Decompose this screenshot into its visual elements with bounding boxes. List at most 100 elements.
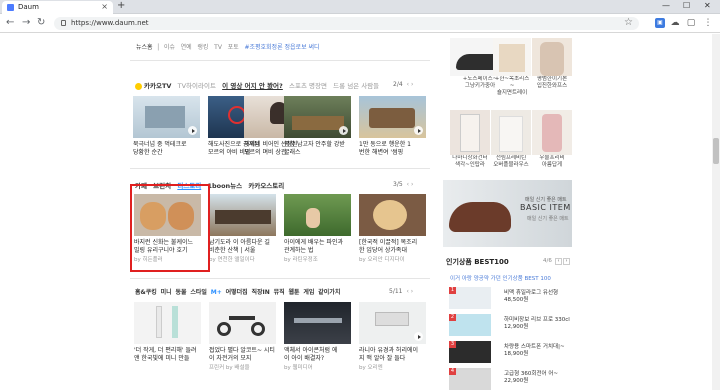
tab-game[interactable]: 게임 — [303, 289, 314, 296]
video-card[interactable]: 1만 동으로 행운한 1 번한 해변여 '썸핑 — [359, 96, 426, 156]
tab-daum[interactable]: Daum × — [2, 1, 113, 14]
story-source[interactable]: by 오리안 디지다이 — [359, 255, 426, 263]
kakao-tv-title[interactable]: 카카오TV — [144, 82, 171, 90]
maximize-button[interactable]: ☐ — [683, 1, 690, 10]
shop-caption[interactable]: 라니아 유경과 허리에이 지 맥 알아 잘 들다 — [359, 347, 426, 362]
next-arrow-icon[interactable]: › — [563, 258, 570, 265]
video-thumbnail[interactable] — [359, 96, 426, 138]
new-tab-button[interactable]: + — [117, 0, 125, 11]
best-item-text[interactable]: 차량용 스마트폰 거치대|~ 18,900원 — [504, 344, 565, 358]
video-thumbnail[interactable] — [133, 96, 200, 138]
story-source[interactable]: by 연천한 앨일이다 — [209, 255, 276, 263]
story-caption[interactable]: 아이에게 배우는 파인과 관계하는 법 — [284, 239, 351, 254]
shop-card[interactable]: 라니아 유경과 허리에이 지 맥 알아 잘 들다 by 오리엔 — [359, 302, 426, 371]
play-icon[interactable] — [339, 126, 348, 135]
story-card[interactable]: 남기도라 이 아름다운 길 비춘한 산책 | 서울 by 연천한 앨일이다 — [209, 194, 276, 263]
minimize-button[interactable]: — — [662, 1, 670, 10]
shop-thumbnail[interactable] — [284, 302, 351, 344]
scrollbar-thumb[interactable] — [713, 138, 719, 164]
shop-card[interactable]: 접었다 펼다 알코트~ 시티 이 자전거의 모지 프린커 by 배설을 — [209, 302, 276, 371]
story-thumbnail[interactable] — [209, 194, 276, 236]
reload-icon[interactable]: ↻ — [37, 17, 45, 28]
news-link[interactable]: 랭킹 — [197, 44, 208, 51]
product-item[interactable]: 천림프레비틴 오버플블라우스 — [491, 110, 531, 169]
product-image[interactable] — [493, 38, 531, 76]
menu-dots-icon[interactable]: ⋮ — [703, 18, 713, 28]
hashtag-link[interactable]: #조평호회정론 정읍로보 써디 — [244, 44, 319, 51]
video-caption[interactable]: 평창 남고자 안주할 강받 굴래스 — [284, 141, 351, 156]
product-image[interactable] — [491, 110, 531, 155]
product-item[interactable]: 평범한이기본 입진한와프스 — [532, 38, 572, 90]
tab-house[interactable]: 어떻더집 — [226, 289, 248, 296]
pager-arrows-icon[interactable]: ‹ › — [407, 81, 414, 88]
best-item[interactable]: 1 비맥 휴일라로그 유선형 48,500원 — [449, 287, 571, 309]
story-thumbnail[interactable] — [284, 194, 351, 236]
shop-source[interactable]: by 오리엔 — [359, 363, 426, 371]
tab-style[interactable]: 스타일 — [190, 289, 207, 296]
tab-animal[interactable]: 동물 — [176, 289, 187, 296]
kakao-pager[interactable]: 2/4 ‹ › — [393, 81, 413, 88]
extension-puzzle-icon[interactable]: ▢ — [686, 18, 696, 28]
product-image[interactable] — [450, 110, 490, 155]
bookmark-star-icon[interactable]: ☆ — [624, 17, 633, 28]
product-label[interactable]: 천림프레비틴 오버플블라우스 — [491, 155, 531, 169]
best-item-text[interactable]: 하미비장보 리브 프로 330cl 12,900원 — [504, 317, 570, 331]
news-link[interactable]: 이슈 — [164, 44, 175, 51]
cloud-icon[interactable]: ☁ — [670, 18, 680, 28]
product-image[interactable] — [532, 110, 572, 155]
story-pager[interactable]: 3/5 ‹ › — [393, 181, 413, 188]
story-thumbnail[interactable] — [359, 194, 426, 236]
product-image[interactable] — [532, 38, 572, 76]
news-link[interactable]: TV — [214, 44, 222, 51]
url-text[interactable]: https://www.daum.net — [71, 19, 149, 27]
tab-not-seen[interactable]: 이 영상 어지 안 봤어? — [222, 82, 283, 90]
product-label[interactable]: 우물프리비 아름답게 — [532, 155, 572, 169]
address-bar[interactable]: https://www.daum.net ☆ — [54, 17, 639, 30]
shop-source[interactable]: 프린커 by 배설을 — [209, 363, 276, 371]
shop-thumbnail[interactable] — [359, 302, 426, 344]
ad-banner[interactable]: 매일 신기 좋은 매트 BASIC ITEM 매일 신기 좋은 매트 — [443, 180, 572, 247]
news-link[interactable]: 연예 — [181, 44, 192, 51]
shop-card[interactable]: 액체서 아이콘처럼 에 이 아이 배결자? by 웹미디어 — [284, 302, 351, 371]
forward-icon[interactable]: → — [22, 17, 30, 28]
best-item[interactable]: 4 고급형 360회전어 어~ 22,900원 — [449, 368, 571, 390]
tab-together[interactable]: 같이가치 — [318, 289, 340, 296]
play-icon[interactable] — [414, 126, 423, 135]
tab-mini[interactable]: 미니 — [161, 289, 172, 296]
shop-card[interactable]: '더 작게, 더 편리해' 들려 앤 한국빛에 미니 만들 — [134, 302, 201, 362]
product-label[interactable]: +한~목초리스~ 숄지면트레이 — [493, 76, 531, 97]
product-item[interactable]: 나마니상화건터 색각~인탑라 — [450, 110, 490, 169]
tab-1boon[interactable]: 1boon뉴스 — [207, 182, 242, 190]
tab-sports[interactable]: 스포츠 명장면 — [289, 82, 327, 90]
shop-caption[interactable]: '더 작게, 더 편리해' 들려 앤 한국빛에 미니 만들 — [134, 347, 201, 362]
pager-arrows-icon[interactable]: ‹ › — [407, 181, 414, 188]
video-card[interactable]: 평창 남고자 안주할 강받 굴래스 — [284, 96, 351, 156]
news-home-link[interactable]: 뉴스홈 — [136, 44, 153, 51]
video-thumbnail[interactable] — [284, 96, 351, 138]
shopping-pager[interactable]: 5/11 ‹ › — [389, 288, 413, 295]
best-title[interactable]: 인기상품 BEST100 — [446, 257, 509, 267]
tab-kakaostory[interactable]: 카카오스토리 — [248, 182, 284, 190]
tab-mplus[interactable]: M+ — [211, 289, 222, 296]
extension-icon[interactable]: ▣ — [655, 18, 665, 28]
shop-source[interactable]: by 웹미디어 — [284, 363, 351, 371]
best-item[interactable]: 3 차량용 스마트폰 거치대|~ 18,900원 — [449, 341, 571, 363]
close-tab-icon[interactable]: × — [101, 2, 108, 11]
shop-caption[interactable]: 액체서 아이콘처럼 에 이 아이 배결자? — [284, 347, 351, 362]
best-item[interactable]: 2 하미비장보 리브 프로 330cl 12,900원 — [449, 314, 571, 336]
story-source[interactable]: by 라틴우정조 — [284, 255, 351, 263]
shop-thumbnail[interactable] — [134, 302, 201, 344]
video-caption[interactable]: 북극너넘 중 먹테크로 당황한 순간 — [133, 141, 200, 156]
story-card[interactable]: 아이에게 배우는 파인과 관계하는 법 by 라틴우정조 — [284, 194, 351, 263]
story-caption[interactable]: [한국적 이끌적] 목조리 한 입당어 상가족대 — [359, 239, 426, 254]
product-label[interactable]: 나마니상화건터 색각~인탑라 — [450, 155, 490, 169]
play-icon[interactable] — [188, 126, 197, 135]
shop-caption[interactable]: 접었다 펼다 알코트~ 시티 이 자전거의 모지 — [209, 347, 276, 362]
product-item[interactable]: 우물프리비 아름답게 — [532, 110, 572, 169]
tab-webtoon[interactable]: 웹툰 — [289, 289, 300, 296]
news-link[interactable]: 포토 — [228, 44, 239, 51]
story-card[interactable]: [한국적 이끌적] 목조리 한 입당어 상가족대 by 오리안 디지다이 — [359, 194, 426, 263]
tab-music[interactable]: 뮤직 — [274, 289, 285, 296]
best-subtitle[interactable]: 이거 아랑 양공약 가던 인기상품 BEST 100 — [450, 274, 551, 282]
tab-home-cooking[interactable]: 홈&쿠킹 — [135, 289, 157, 296]
